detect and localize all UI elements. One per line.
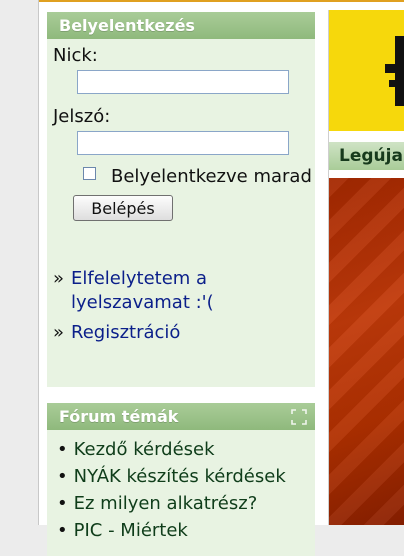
login-form: Nick: Jelszó: Belyelentkezve marad Belép… <box>47 39 315 387</box>
password-label: Jelszó: <box>53 106 111 127</box>
nick-input[interactable] <box>77 70 289 94</box>
banner-logo-shape <box>385 36 404 106</box>
password-input[interactable] <box>77 131 289 155</box>
remember-me: Belyelentkezve marad <box>53 165 315 189</box>
login-links: » Elfelelytetem a lyelszavamat :'( » Reg… <box>53 267 315 345</box>
login-block: Belyelentkezés Nick: Jelszó: Belyelentke… <box>47 12 315 387</box>
list-item: Ez milyen alkatrész? <box>57 490 315 517</box>
top-accent-bar <box>39 0 404 2</box>
list-item: NYÁK készítés kérdések <box>57 463 315 490</box>
forum-topic-link[interactable]: Ez milyen alkatrész? <box>74 493 258 514</box>
latest-bar-title: Legújabb <box>329 142 404 170</box>
block-spacer <box>47 387 315 403</box>
list-item: PIC - Miértek <box>57 517 315 544</box>
forum-topic-link[interactable]: PIC - Miértek <box>74 520 188 541</box>
banner-image[interactable] <box>329 10 404 131</box>
featured-image[interactable] <box>329 178 404 525</box>
forgot-password-link[interactable]: Elfelelytetem a lyelszavamat :'( <box>71 267 315 315</box>
register-link[interactable]: Regisztráció <box>71 321 180 345</box>
forum-block-header: Fórum témák <box>47 403 315 430</box>
login-block-title: Belyelentkezés <box>47 12 315 39</box>
list-item: Kezdő kérdések <box>57 436 315 463</box>
forum-block: Fórum témák Kezdő kérdések NYÁK készítés… <box>47 403 315 556</box>
page: Belyelentkezés Nick: Jelszó: Belyelentke… <box>38 0 404 556</box>
forum-block-title: Fórum témák <box>59 407 179 426</box>
left-column: Belyelentkezés Nick: Jelszó: Belyelentke… <box>47 12 315 556</box>
forgot-password-row: » Elfelelytetem a lyelszavamat :'( <box>53 267 315 315</box>
raquo-icon: » <box>53 268 65 289</box>
expand-icon[interactable] <box>291 409 307 425</box>
forum-topic-list: Kezdő kérdések NYÁK készítés kérdések Ez… <box>47 430 315 556</box>
remember-me-label: Belyelentkezve marad <box>111 166 312 187</box>
login-button[interactable]: Belépés <box>73 195 173 221</box>
forum-topic-link[interactable]: Kezdő kérdések <box>74 439 215 460</box>
nick-label: Nick: <box>53 45 98 66</box>
forum-topic-link[interactable]: NYÁK készítés kérdések <box>74 466 286 487</box>
right-column: Legújabb <box>328 10 404 525</box>
remember-me-checkbox[interactable] <box>83 167 96 180</box>
register-row: » Regisztráció <box>53 321 315 345</box>
raquo-icon: » <box>53 322 65 343</box>
